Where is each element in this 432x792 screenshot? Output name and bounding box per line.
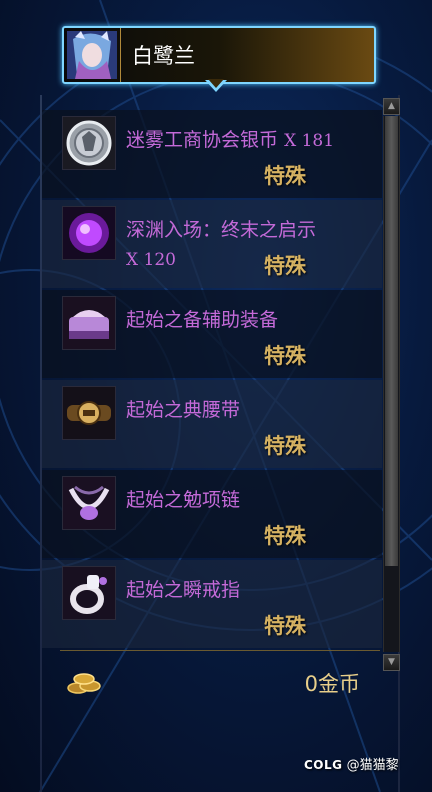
item-name: 起始之典腰带	[126, 399, 241, 421]
belt-icon	[62, 386, 116, 440]
item-quantity: X 181	[284, 131, 335, 151]
item-name-line: 起始之典腰带	[126, 396, 380, 426]
item-tag: 特殊	[264, 524, 306, 548]
item-name: 迷雾工商协会银币	[126, 129, 279, 151]
gold-divider	[60, 650, 380, 651]
item-tag: 特殊	[264, 344, 306, 368]
item-name: 起始之瞬戒指	[126, 579, 241, 601]
character-header[interactable]: 白鹭兰	[62, 26, 376, 84]
watermark: COLG @猫猫黎	[304, 754, 399, 773]
character-name: 白鹭兰	[132, 44, 195, 68]
item-tag: 特殊	[264, 614, 306, 638]
item-name-line: 起始之勉项链	[126, 486, 380, 516]
item-quantity: X 120	[126, 250, 176, 270]
item-tag: 特殊	[264, 254, 306, 278]
auxiliary-equipment-icon	[62, 296, 116, 350]
dropdown-caret-fill	[208, 79, 224, 88]
scrollbar-track[interactable]	[383, 116, 400, 652]
list-item[interactable]: 深渊入场：终末之启示 X 120 特殊	[42, 200, 382, 288]
list-item[interactable]: 起始之瞬戒指 特殊	[42, 560, 382, 648]
item-tag: 特殊	[264, 164, 306, 188]
item-name: 起始之勉项链	[126, 489, 241, 511]
gold-coins-icon	[67, 673, 101, 694]
purple-orb-icon	[62, 206, 116, 260]
scroll-up-button[interactable]: ▲	[383, 98, 400, 115]
item-name: 深渊入场：终末之启示	[126, 219, 317, 241]
list-item[interactable]: 起始之典腰带 特殊	[42, 380, 382, 468]
scroll-down-button[interactable]: ▼	[383, 654, 400, 671]
ring-icon	[62, 566, 116, 620]
header-divider	[120, 28, 121, 82]
watermark-brand: COLG	[304, 758, 343, 772]
watermark-handle: @猫猫黎	[346, 758, 399, 773]
list-item[interactable]: 迷雾工商协会银币 X 181 特殊	[42, 110, 382, 198]
item-name-line: 起始之备辅助装备	[126, 306, 380, 336]
item-name: 起始之备辅助装备	[126, 309, 279, 331]
list-item[interactable]: 起始之勉项链 特殊	[42, 470, 382, 558]
item-name-line: 起始之瞬戒指	[126, 576, 380, 606]
item-tag: 特殊	[264, 434, 306, 458]
silver-coin-icon	[62, 116, 116, 170]
item-list[interactable]: 迷雾工商协会银币 X 181 特殊 深渊入场：终末之启示 X 120 特殊 起始…	[42, 110, 382, 654]
character-portrait	[67, 31, 117, 79]
gold-amount: 0金币	[304, 672, 360, 696]
scrollbar-thumb[interactable]	[385, 116, 398, 566]
necklace-icon	[62, 476, 116, 530]
item-name-line: 深渊入场：终末之启示 X 120	[126, 216, 380, 275]
list-item[interactable]: 起始之备辅助装备 特殊	[42, 290, 382, 378]
item-name-line: 迷雾工商协会银币 X 181	[126, 126, 380, 156]
